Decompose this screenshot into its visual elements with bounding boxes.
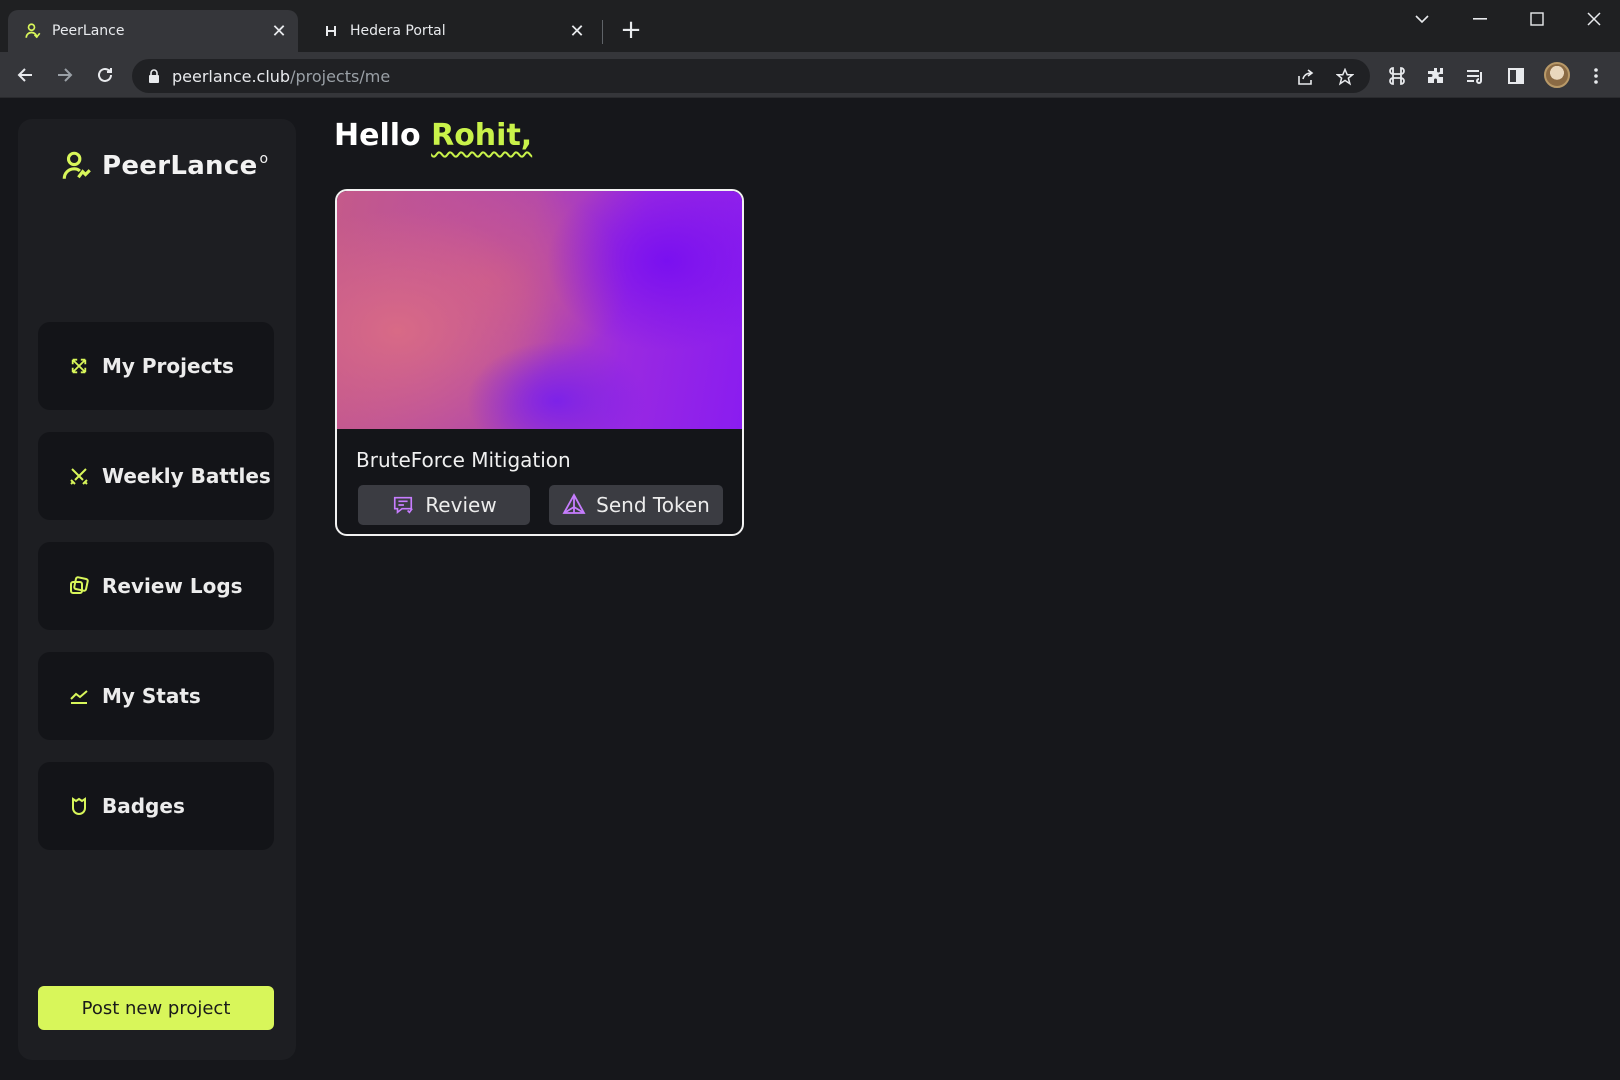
review-button[interactable]: Review (358, 485, 530, 525)
review-button-label: Review (425, 493, 497, 517)
review-logs-icon (68, 575, 90, 597)
profile-avatar[interactable] (1544, 62, 1570, 88)
browser-tab-peerlance[interactable]: PeerLance ✕ (8, 10, 298, 52)
extension-command-icon[interactable] (1385, 64, 1409, 88)
kebab-menu-icon[interactable] (1584, 64, 1608, 88)
url-domain: peerlance.club (172, 66, 291, 86)
sidebar-item-label: My Stats (102, 684, 201, 708)
tab-title: Hedera Portal (350, 23, 446, 39)
sidebar-item-label: Weekly Battles (102, 464, 271, 488)
url-text: peerlance.club/projects/me (172, 67, 390, 86)
sidebar-item-badges[interactable]: Badges (38, 762, 274, 850)
sidebar-item-weekly-battles[interactable]: Weekly Battles (38, 432, 274, 520)
projects-icon (68, 355, 90, 377)
new-tab-plus-icon[interactable]: + (618, 17, 644, 44)
reading-list-icon[interactable] (1463, 64, 1487, 88)
badge-icon (68, 795, 90, 817)
browser-tab-hedera[interactable]: Hedera Portal ✕ (306, 10, 596, 52)
brand-logo[interactable]: PeerLance o (60, 149, 268, 183)
project-card[interactable]: BruteForce Mitigation Review Send Token (335, 189, 744, 536)
hedera-icon (322, 22, 340, 40)
send-token-button[interactable]: Send Token (549, 485, 723, 525)
battles-icon (68, 465, 90, 487)
url-path: /projects/me (290, 66, 391, 86)
sidebar-item-review-logs[interactable]: Review Logs (38, 542, 274, 630)
minimize-icon[interactable] (1460, 4, 1500, 34)
peerlance-icon (24, 22, 42, 40)
maximize-icon[interactable] (1517, 4, 1557, 34)
sidebar: PeerLance o My Projects Weekly Battles Re… (18, 119, 296, 1060)
tab-title: PeerLance (52, 23, 125, 39)
sidebar-item-my-projects[interactable]: My Projects (38, 322, 274, 410)
sidebar-item-label: Review Logs (102, 574, 243, 598)
post-new-project-button[interactable]: Post new project (38, 986, 274, 1030)
sidebar-item-my-stats[interactable]: My Stats (38, 652, 274, 740)
page-greeting: Hello Rohit, (334, 118, 532, 153)
brand-mark-circle: o (259, 151, 269, 167)
peerlance-logo-icon (62, 151, 91, 179)
review-comment-icon (391, 493, 415, 517)
browser-tabstrip: PeerLance ✕ Hedera Portal ✕ + (0, 0, 1620, 52)
share-icon[interactable] (1294, 66, 1316, 88)
browser-toolbar: peerlance.club/projects/me (0, 52, 1620, 98)
greeting-prefix: Hello (334, 118, 421, 153)
brand-name: PeerLance (102, 151, 258, 181)
puzzle-extensions-icon[interactable] (1424, 64, 1448, 88)
sidebar-item-label: Badges (102, 794, 185, 818)
token-pyramid-icon (562, 493, 586, 517)
send-token-button-label: Send Token (596, 493, 710, 517)
greeting-user-name: Rohit, (431, 118, 533, 153)
close-icon[interactable]: ✕ (566, 20, 588, 42)
bookmark-star-icon[interactable] (1334, 66, 1356, 88)
back-arrow-icon[interactable] (10, 60, 40, 90)
reload-icon[interactable] (90, 60, 120, 90)
project-cover-image (337, 191, 742, 429)
tab-divider (602, 20, 603, 44)
extension-command-icon[interactable] (1385, 114, 1409, 138)
stats-icon (68, 685, 90, 707)
close-icon[interactable]: ✕ (268, 20, 290, 42)
forward-arrow-icon[interactable] (50, 60, 80, 90)
tab-search-chevron-icon[interactable] (1402, 4, 1442, 34)
address-bar[interactable]: peerlance.club/projects/me (132, 59, 1370, 93)
window-close-icon[interactable] (1574, 4, 1614, 34)
side-panel-icon[interactable] (1504, 64, 1528, 88)
sidebar-item-label: My Projects (102, 354, 234, 378)
lock-icon (149, 69, 159, 83)
project-title: BruteForce Mitigation (356, 448, 571, 472)
